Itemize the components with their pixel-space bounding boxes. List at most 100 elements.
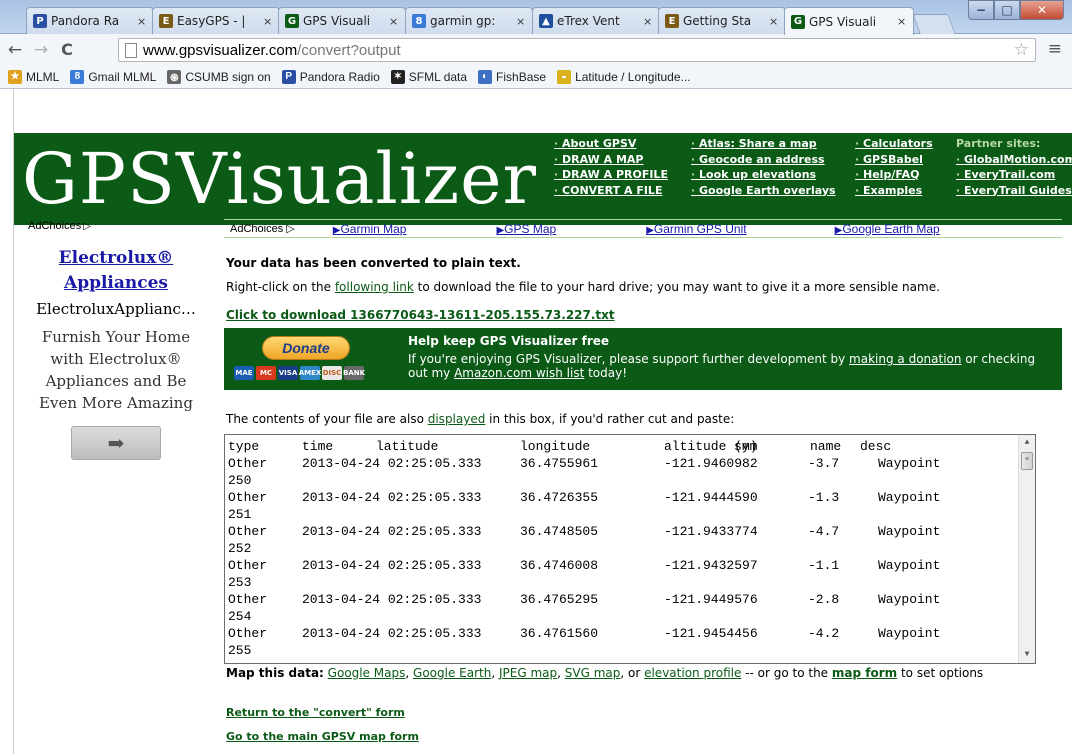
file-cell-alt: -3.7 <box>808 456 840 471</box>
site-nav-link[interactable]: About GPSV <box>554 136 668 152</box>
ad-arrow-button[interactable]: ➡ <box>71 426 161 460</box>
file-cell-sym: Waypoint <box>878 524 941 539</box>
minimize-button[interactable]: − <box>968 0 994 20</box>
map-link-jpeg[interactable]: JPEG map <box>499 666 557 680</box>
ad-link-google-earth-map[interactable]: Google Earth Map <box>835 222 939 236</box>
menu-icon[interactable]: ≡ <box>1048 39 1062 59</box>
browser-tab[interactable]: ▲ eTrex Vent × <box>532 7 660 34</box>
ad-choices-label[interactable]: AdChoices ▷ <box>230 222 295 235</box>
textarea-scrollbar[interactable]: ▲ ≡ ▼ <box>1018 435 1035 663</box>
file-cell-type: Other <box>228 592 268 607</box>
ad-title-line1[interactable]: Electrolux® <box>28 246 204 271</box>
file-header-cell: time <box>302 439 334 454</box>
return-convert-link[interactable]: Return to the "convert" form <box>226 706 405 719</box>
new-tab-button[interactable] <box>912 14 956 34</box>
folder-icon: ★ <box>8 69 22 84</box>
address-bar[interactable]: www.gpsvisualizer.com/convert?output ☆ <box>118 38 1036 62</box>
ad-link-gps-map[interactable]: GPS Map <box>496 222 556 236</box>
bookmark-label: Latitude / Longitude... <box>575 69 691 84</box>
site-nav-link[interactable]: Help/FAQ <box>855 167 933 183</box>
donate-button[interactable]: Donate <box>262 336 350 360</box>
site-nav-link[interactable]: Atlas: Share a map <box>691 136 836 152</box>
file-contents-textarea[interactable]: type time latitude longitude altitude (m) sym… <box>224 434 1036 664</box>
site-nav-link[interactable]: GPSBabel <box>855 152 933 168</box>
site-nav-link[interactable]: DRAW A PROFILE <box>554 167 668 183</box>
map-link-google-earth[interactable]: Google Earth <box>413 666 491 680</box>
site-nav-link[interactable]: Calculators <box>855 136 933 152</box>
scroll-down-arrow-icon[interactable]: ▼ <box>1019 647 1035 663</box>
browser-tab[interactable]: P Pandora Ra × <box>26 7 154 34</box>
close-window-button[interactable]: ✕ <box>1020 0 1064 20</box>
donation-link[interactable]: making a donation <box>849 352 961 366</box>
following-link[interactable]: following link <box>335 280 414 294</box>
side-ad[interactable]: Electrolux® Appliances ElectroluxApplian… <box>28 246 204 460</box>
browser-tab[interactable]: E EasyGPS - | × <box>152 7 280 34</box>
bookmark-item[interactable]: P Pandora Radio <box>281 69 380 84</box>
tab-close-icon[interactable]: × <box>137 15 147 28</box>
site-nav-link[interactable]: CONVERT A FILE <box>554 183 668 199</box>
tab-close-icon[interactable]: × <box>389 15 399 28</box>
file-cell-time: 2013-04-24 02:25:05.333 <box>302 592 482 607</box>
tab-title: GPS Visuali <box>809 14 877 29</box>
bookmark-item[interactable]: ✶ SFML data <box>390 69 467 84</box>
tab-close-icon[interactable]: × <box>769 15 779 28</box>
map-link-elevation-profile[interactable]: elevation profile <box>644 666 741 680</box>
file-cell-time: 2013-04-24 02:25:05.333 <box>302 456 482 471</box>
site-nav-link[interactable]: Look up elevations <box>691 167 836 183</box>
browser-tab[interactable]: G GPS Visuali × <box>278 7 406 34</box>
file-cell-type: Other <box>228 490 268 505</box>
page-heading: Your data has been converted to plain te… <box>226 256 521 270</box>
browser-tab-strip: P Pandora Ra × E EasyGPS - | × G GPS Visuali × 8 g… <box>0 0 1072 35</box>
map-link-svg[interactable]: SVG map <box>565 666 621 680</box>
scroll-thumb[interactable]: ≡ <box>1021 452 1033 470</box>
globe-icon: ◒ <box>557 69 572 84</box>
site-nav-link[interactable]: DRAW A MAP <box>554 152 668 168</box>
bookmark-item[interactable]: ◒ Latitude / Longitude... <box>557 69 691 84</box>
browser-tab[interactable]: E Getting Sta × <box>658 7 786 34</box>
download-file-link[interactable]: Click to download 1366770643-13611-205.1… <box>226 308 615 322</box>
map-form-link[interactable]: map form <box>832 666 897 680</box>
browser-tab[interactable]: 8 garmin gp: × <box>405 7 533 34</box>
displayed-link[interactable]: displayed <box>428 412 486 426</box>
site-nav-link[interactable]: Examples <box>855 183 933 199</box>
browser-tab[interactable]: G GPS Visuali × <box>784 7 914 35</box>
pandora-icon: P <box>281 69 296 84</box>
tab-close-icon[interactable]: × <box>516 15 526 28</box>
site-banner: GPSVisualizer About GPSVDRAW A MAPDRAW A… <box>14 133 1072 225</box>
tab-close-icon[interactable]: × <box>263 15 273 28</box>
ad-choices-icon: ▷ <box>286 223 295 235</box>
main-map-form-link[interactable]: Go to the main GPSV map form <box>226 730 419 743</box>
wish-list-link[interactable]: Amazon.com wish list <box>454 366 584 380</box>
scroll-up-arrow-icon[interactable]: ▲ <box>1019 435 1035 451</box>
reload-icon[interactable]: C <box>56 40 78 59</box>
site-nav-link[interactable]: Geocode an address <box>691 152 836 168</box>
site-nav-link[interactable]: Google Earth overlays <box>691 183 836 199</box>
tab-close-icon[interactable]: × <box>643 15 653 28</box>
forward-arrow-icon[interactable]: → <box>30 40 52 60</box>
map-link-google-maps[interactable]: Google Maps <box>328 666 406 680</box>
bookmark-star-icon[interactable]: ☆ <box>1014 40 1029 60</box>
file-cell-time: 2013-04-24 02:25:05.333 <box>302 626 482 641</box>
tab-close-icon[interactable]: × <box>897 15 907 28</box>
ad-link-garmin-map[interactable]: Garmin Map <box>333 222 406 236</box>
ad-choices-left[interactable]: AdChoices ▷ <box>28 220 91 232</box>
tab-title: Getting Sta <box>683 14 752 28</box>
site-nav-link[interactable]: EveryTrail Guides <box>956 183 1072 199</box>
bookmark-item[interactable]: ◐ FishBase <box>478 69 546 84</box>
site-nav-link[interactable]: EveryTrail.com <box>956 167 1072 183</box>
file-data-row-continuation: 254 <box>228 608 1008 625</box>
bookmark-item[interactable]: 8 Gmail MLML <box>70 69 156 84</box>
download-line: Click to download 1366770643-13611-205.1… <box>226 308 615 322</box>
url-path: /convert?output <box>297 41 401 59</box>
site-nav-link[interactable]: GlobalMotion.com <box>956 152 1072 168</box>
tab-title: GPS Visuali <box>303 14 371 28</box>
site-logo[interactable]: GPSVisualizer <box>22 133 537 225</box>
maximize-button[interactable]: □ <box>994 0 1020 20</box>
file-header-cell: desc <box>860 439 892 454</box>
bookmark-item[interactable]: ֍ CSUMB sign on <box>167 69 271 84</box>
ad-title-line2[interactable]: Appliances <box>28 271 204 296</box>
bookmark-item[interactable]: ★ MLML <box>8 69 59 84</box>
file-data-row: Other 2013-04-24 02:25:05.333 36.4746008 -1… <box>228 557 1008 574</box>
back-arrow-icon[interactable]: ← <box>4 40 26 60</box>
ad-link-garmin-gps-unit[interactable]: Garmin GPS Unit <box>646 222 747 236</box>
